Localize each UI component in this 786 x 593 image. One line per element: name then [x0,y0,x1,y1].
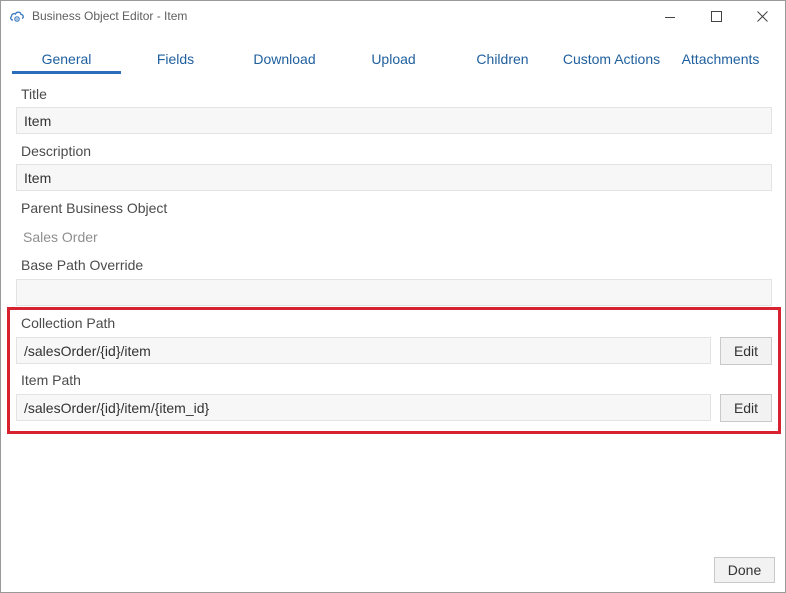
close-button[interactable] [739,1,785,32]
title-bar: Business Object Editor - Item [1,1,785,32]
tab-fields[interactable]: Fields [121,45,230,73]
maximize-icon [710,9,722,25]
base-path-override-field[interactable] [16,279,772,306]
tab-download[interactable]: Download [230,45,339,73]
title-label: Title [21,86,47,102]
minimize-icon [665,9,675,25]
parent-business-object-label: Parent Business Object [21,200,168,216]
minimize-button[interactable] [647,1,693,32]
tab-general[interactable]: General [12,45,121,74]
done-button[interactable]: Done [714,557,775,583]
title-field[interactable]: Item [16,107,772,134]
description-label: Description [21,143,92,159]
close-icon [756,9,768,25]
parent-business-object-value: Sales Order [23,229,98,245]
base-path-override-label: Base Path Override [21,257,144,273]
tab-upload[interactable]: Upload [339,45,448,73]
highlight-box [7,307,781,434]
tab-custom-actions[interactable]: Custom Actions [557,45,666,73]
description-field[interactable]: Item [16,164,772,191]
tab-attachments[interactable]: Attachments [666,45,775,73]
business-object-editor-window: Business Object Editor - Item General Fi… [0,0,786,593]
maximize-button[interactable] [693,1,739,32]
window-title: Business Object Editor - Item [32,9,188,23]
tab-children[interactable]: Children [448,45,557,73]
cloud-gear-icon [9,9,25,23]
